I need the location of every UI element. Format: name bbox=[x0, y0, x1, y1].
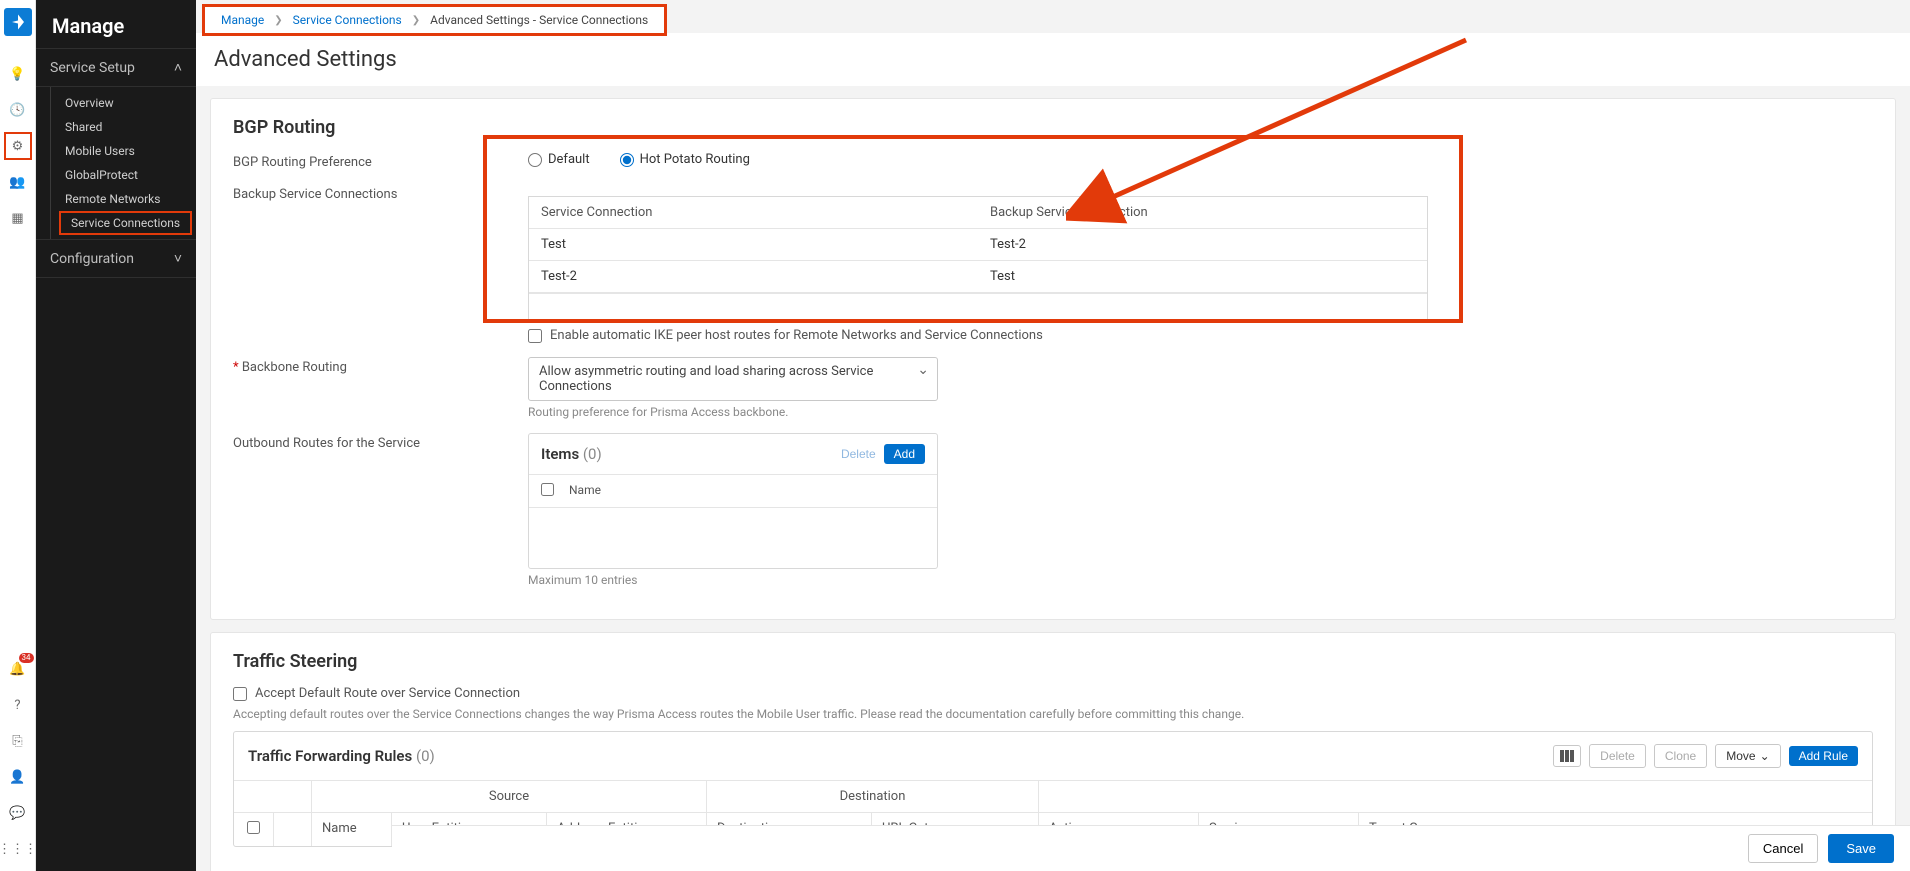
sc-table-head-sc: Service Connection bbox=[529, 197, 978, 229]
gear-icon[interactable]: ⚙ bbox=[4, 132, 32, 160]
accept-route-checkbox[interactable] bbox=[233, 687, 247, 701]
items-body bbox=[529, 508, 937, 568]
save-button[interactable]: Save bbox=[1828, 834, 1894, 863]
items-max-note: Maximum 10 entries bbox=[528, 573, 1478, 587]
group-source: Source bbox=[312, 781, 707, 812]
rules-title: Traffic Forwarding Rules (0) bbox=[248, 747, 435, 765]
bell-icon[interactable]: 🔔34 bbox=[4, 655, 32, 683]
backup-sc-label: Backup Service Connections bbox=[233, 184, 528, 343]
radio-default[interactable]: Default bbox=[528, 152, 590, 167]
items-delete-button[interactable]: Delete bbox=[841, 444, 876, 464]
breadcrumb-current: Advanced Settings - Service Connections bbox=[430, 13, 648, 27]
icon-rail: 💡 🕓 ⚙ 👥 ▦ 🔔34 ? ⎘ 👤 💬 ⋮⋮⋮ bbox=[0, 0, 36, 871]
bulb-icon[interactable]: 💡 bbox=[4, 60, 32, 88]
dashboard-icon[interactable]: 🕓 bbox=[4, 96, 32, 124]
items-box: Items (0) Delete Add Name bbox=[528, 433, 938, 569]
user-icon[interactable]: 👤 bbox=[4, 763, 32, 791]
chevron-up-icon: ˄ bbox=[174, 59, 182, 76]
accept-route-note: Accepting default routes over the Servic… bbox=[233, 707, 1873, 721]
ike-checkbox-row[interactable]: Enable automatic IKE peer host routes fo… bbox=[528, 328, 1478, 343]
accept-route-row[interactable]: Accept Default Route over Service Connec… bbox=[233, 686, 1873, 701]
rules-add-button[interactable]: Add Rule bbox=[1789, 746, 1858, 766]
sidebar-section-service-setup[interactable]: Service Setup ˄ bbox=[36, 48, 196, 87]
sidebar-item-globalprotect[interactable]: GlobalProtect bbox=[51, 163, 196, 187]
chevron-down-icon: ˅ bbox=[174, 250, 182, 267]
breadcrumb-service-connections[interactable]: Service Connections bbox=[293, 13, 402, 27]
logo-icon[interactable] bbox=[4, 8, 32, 36]
cancel-button[interactable]: Cancel bbox=[1748, 834, 1818, 863]
sidebar-item-mobile-users[interactable]: Mobile Users bbox=[51, 139, 196, 163]
items-select-all[interactable] bbox=[541, 483, 554, 496]
chevron-right-icon: ❯ bbox=[274, 15, 282, 26]
table-row[interactable]: Test Test-2 bbox=[529, 229, 1427, 261]
sidebar-items: Overview Shared Mobile Users GlobalProte… bbox=[50, 87, 196, 239]
export-icon[interactable]: ⎘ bbox=[4, 727, 32, 755]
items-name-col: Name bbox=[569, 483, 601, 499]
bgp-pref-label: BGP Routing Preference bbox=[233, 152, 528, 170]
sidebar-title: Manage bbox=[36, 0, 196, 48]
radio-hot-potato[interactable]: Hot Potato Routing bbox=[620, 152, 750, 167]
sidebar-section-configuration[interactable]: Configuration ˅ bbox=[36, 239, 196, 278]
backbone-select[interactable]: Allow asymmetric routing and load sharin… bbox=[528, 357, 938, 401]
ike-checkbox[interactable] bbox=[528, 329, 542, 343]
rules-clone-button[interactable]: Clone bbox=[1654, 744, 1707, 768]
chat-icon[interactable]: 💬 bbox=[4, 799, 32, 827]
table-row[interactable]: Test-2 Test bbox=[529, 261, 1427, 293]
layout-icon[interactable]: ▦ bbox=[4, 204, 32, 232]
arrow-annotation bbox=[1066, 30, 1486, 230]
rules-delete-button[interactable]: Delete bbox=[1589, 744, 1646, 768]
items-add-button[interactable]: Add bbox=[884, 444, 925, 464]
sidebar-item-remote-networks[interactable]: Remote Networks bbox=[51, 187, 196, 211]
apps-icon[interactable]: ⋮⋮⋮ bbox=[4, 835, 32, 863]
breadcrumb-manage[interactable]: Manage bbox=[221, 13, 264, 27]
sidebar-item-service-connections[interactable]: Service Connections bbox=[59, 211, 192, 235]
breadcrumb-highlight: Manage ❯ Service Connections ❯ Advanced … bbox=[202, 4, 667, 36]
bgp-panel: BGP Routing BGP Routing Preference Defau… bbox=[210, 98, 1896, 620]
outbound-label: Outbound Routes for the Service bbox=[233, 433, 528, 587]
bgp-panel-title: BGP Routing bbox=[233, 117, 1873, 138]
chevron-down-icon: ⌄ bbox=[1760, 749, 1770, 763]
col-name: Name bbox=[312, 813, 392, 846]
rules-move-button[interactable]: Move⌄ bbox=[1715, 744, 1780, 768]
breadcrumb: Manage ❯ Service Connections ❯ Advanced … bbox=[221, 13, 648, 27]
ts-panel-title: Traffic Steering bbox=[233, 651, 1873, 672]
columns-button[interactable] bbox=[1553, 745, 1581, 767]
chevron-right-icon: ❯ bbox=[412, 15, 420, 26]
columns-icon bbox=[1560, 750, 1574, 762]
users-icon[interactable]: 👥 bbox=[4, 168, 32, 196]
group-dest: Destination bbox=[707, 781, 1039, 812]
sidebar-item-shared[interactable]: Shared bbox=[51, 115, 196, 139]
backbone-helper: Routing preference for Prisma Access bac… bbox=[528, 405, 1478, 419]
sidebar-item-overview[interactable]: Overview bbox=[51, 91, 196, 115]
items-title: Items (0) bbox=[541, 445, 602, 463]
backbone-label: Backbone Routing bbox=[233, 357, 528, 419]
sidebar: Manage Service Setup ˄ Overview Shared M… bbox=[36, 0, 196, 871]
page-title: Advanced Settings bbox=[196, 33, 1910, 86]
help-icon[interactable]: ? bbox=[4, 691, 32, 719]
footer-bar: Cancel Save bbox=[392, 825, 1910, 871]
main-content: Manage ❯ Service Connections ❯ Advanced … bbox=[196, 0, 1910, 871]
rules-select-all[interactable] bbox=[247, 821, 260, 834]
